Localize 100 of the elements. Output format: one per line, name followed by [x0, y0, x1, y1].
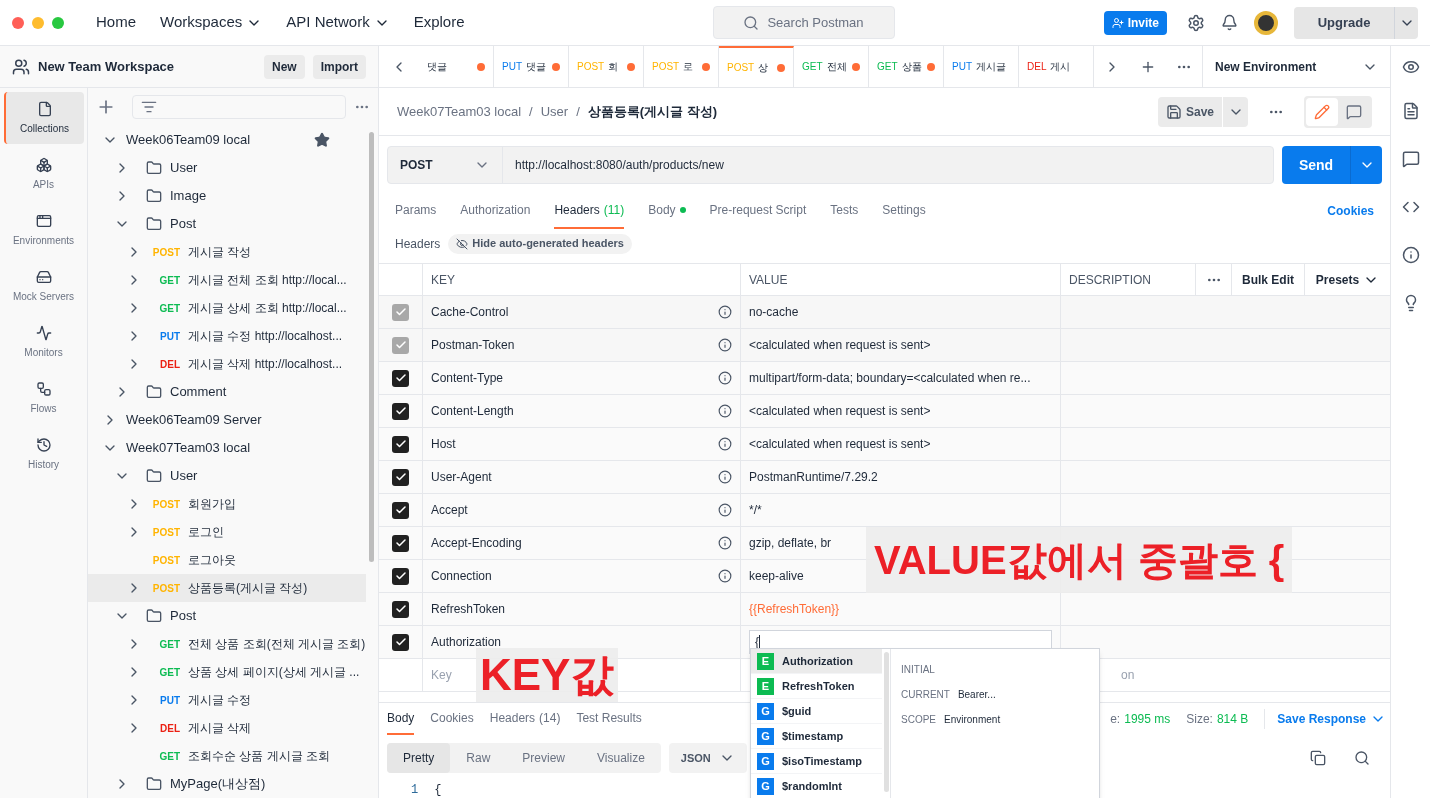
folder-name[interactable]: User	[170, 158, 198, 178]
hide-headers-toggle[interactable]: Hide auto-generated headers	[448, 233, 632, 254]
view-option[interactable]: Preview	[506, 743, 582, 773]
collection-name[interactable]: Week06Team09 Server	[126, 410, 330, 430]
checkbox[interactable]	[392, 567, 409, 585]
request-item[interactable]: POST 회원가입	[88, 490, 366, 518]
request-section-tab[interactable]: Body	[648, 192, 686, 229]
info-icon[interactable]	[718, 503, 732, 517]
request-item[interactable]: POST 로그인	[88, 518, 366, 546]
document-icon[interactable]	[1401, 102, 1420, 120]
format-select[interactable]: JSON	[668, 743, 747, 773]
request-item[interactable]: GET 전체 상품 조회(전체 게시글 조회)	[88, 630, 366, 658]
suggestion-item[interactable]: G $randomInt	[751, 774, 882, 798]
request-item[interactable]: DEL 게시글 삭제	[88, 714, 366, 742]
collection-name[interactable]: Week07Team03 local	[126, 438, 330, 458]
window-controls-drawing[interactable]	[12, 16, 64, 29]
checkbox[interactable]	[392, 501, 409, 519]
avatar[interactable]	[1254, 10, 1278, 35]
nav-menu[interactable]: API Network	[286, 11, 370, 34]
response-tab[interactable]: Body	[387, 703, 415, 735]
info-icon[interactable]	[718, 569, 732, 583]
scrollbar[interactable]	[369, 132, 374, 562]
request-tab[interactable]: POST 상	[719, 46, 794, 87]
sidebar-tab[interactable]: Flows	[3, 372, 84, 424]
response-tab[interactable]: Test Results	[576, 703, 642, 735]
request-section-tab[interactable]: Tests	[830, 192, 859, 229]
info-icon[interactable]	[718, 536, 732, 550]
view-option[interactable]: Visualize	[581, 743, 661, 773]
suggestion-item[interactable]: G $isoTimestamp	[751, 749, 882, 774]
request-item[interactable]: PUT 게시글 수정 http://localhost...	[88, 322, 366, 350]
presets-button[interactable]: Presets	[1305, 264, 1390, 295]
request-section-tab[interactable]: Headers (11)	[554, 192, 625, 229]
request-section-tab[interactable]: Settings	[882, 192, 926, 229]
suggestion-item[interactable]: G $timestamp	[751, 724, 882, 749]
info-icon[interactable]	[1401, 246, 1420, 264]
workspace-button[interactable]: Import	[312, 54, 366, 79]
suggestion-item[interactable]: E RefreshToken	[751, 674, 882, 699]
sidebar-tab[interactable]: Mock Servers	[3, 260, 84, 312]
sidebar-tab[interactable]: History	[3, 428, 84, 480]
cookies-link[interactable]: Cookies	[1327, 192, 1374, 229]
checkbox[interactable]	[392, 435, 409, 453]
checkbox[interactable]	[392, 468, 409, 486]
workspace-button[interactable]: New	[263, 54, 305, 79]
folder-name[interactable]: Post	[170, 214, 196, 234]
folder-name[interactable]: Post	[170, 606, 196, 626]
view-option[interactable]: Pretty	[387, 743, 451, 773]
request-section-tab[interactable]: Params	[395, 192, 437, 229]
view-option[interactable]: Raw	[450, 743, 507, 773]
nav-menu[interactable]: Explore	[413, 11, 465, 34]
nav-menu[interactable]: Home	[96, 11, 136, 34]
info-icon[interactable]	[718, 404, 732, 418]
request-item[interactable]: GET 상품 상세 페이지(상세 게시글 ...	[88, 658, 366, 686]
sidebar-tab[interactable]: Collections	[3, 92, 84, 144]
sidebar-tab[interactable]: APIs	[3, 148, 84, 200]
folder-name[interactable]: User	[170, 466, 198, 486]
upgrade-button[interactable]: Upgrade	[1294, 6, 1418, 39]
send-button[interactable]: Send	[1282, 146, 1382, 184]
folder-name[interactable]: MyPage(내상점)	[170, 774, 266, 794]
sidebar-tab[interactable]: Environments	[3, 204, 84, 256]
request-item[interactable]: DEL 게시글 삭제 http://localhost...	[88, 350, 366, 378]
bulk-edit-button[interactable]: Bulk Edit	[1232, 264, 1305, 295]
bell-icon[interactable]	[1221, 14, 1238, 31]
request-section-tab[interactable]: Authorization	[460, 192, 531, 229]
suggestion-item[interactable]: E Authorization	[751, 649, 882, 674]
response-tab[interactable]: Headers (14)	[489, 703, 561, 735]
scrollbar[interactable]	[884, 652, 889, 792]
sidebar-tab[interactable]: Monitors	[3, 316, 84, 368]
collection-name[interactable]: Week06Team09 local	[126, 130, 306, 150]
request-item[interactable]: POST 로그아웃	[88, 546, 366, 574]
edit-button[interactable]	[1306, 97, 1338, 126]
checkbox[interactable]	[392, 600, 409, 618]
search-field[interactable]: Search Postman	[712, 6, 895, 39]
request-item[interactable]: GET 게시글 상세 조회 http://local...	[88, 294, 366, 322]
save-response-button[interactable]: Save Response	[1264, 709, 1386, 729]
response-tab[interactable]: Cookies	[430, 703, 474, 735]
star-icon[interactable]	[314, 132, 330, 148]
request-section-tab[interactable]: Pre-request Script	[709, 192, 807, 229]
checkbox[interactable]	[392, 369, 409, 387]
folder-name[interactable]: Comment	[170, 382, 227, 402]
save-button[interactable]: Save	[1157, 96, 1248, 127]
invite-button[interactable]: Invite	[1103, 10, 1167, 35]
nav-menu[interactable]: Workspaces	[160, 11, 243, 34]
copy-icon[interactable]	[1310, 750, 1326, 766]
request-item[interactable]: PUT 게시글 수정	[88, 686, 366, 714]
eye-icon[interactable]	[1401, 58, 1420, 76]
checkbox[interactable]	[392, 534, 409, 552]
breadcrumb-item[interactable]: User	[540, 101, 569, 122]
filter-field[interactable]	[132, 95, 346, 119]
checkbox[interactable]	[392, 633, 409, 651]
info-icon[interactable]	[718, 470, 732, 484]
comment-icon[interactable]	[1401, 150, 1420, 168]
request-item[interactable]: POST 상품등록(게시글 작성)	[88, 574, 366, 602]
checkbox[interactable]	[392, 402, 409, 420]
folder-name[interactable]: Image	[170, 186, 207, 206]
settings-icon[interactable]	[1187, 13, 1205, 32]
request-item[interactable]: POST 게시글 작성	[88, 238, 366, 266]
request-item[interactable]: GET 게시글 전체 조회 http://local...	[88, 266, 366, 294]
breadcrumb-item[interactable]: Week07Team03 local	[397, 101, 522, 122]
info-icon[interactable]	[718, 437, 732, 451]
search-icon[interactable]	[1354, 750, 1370, 766]
